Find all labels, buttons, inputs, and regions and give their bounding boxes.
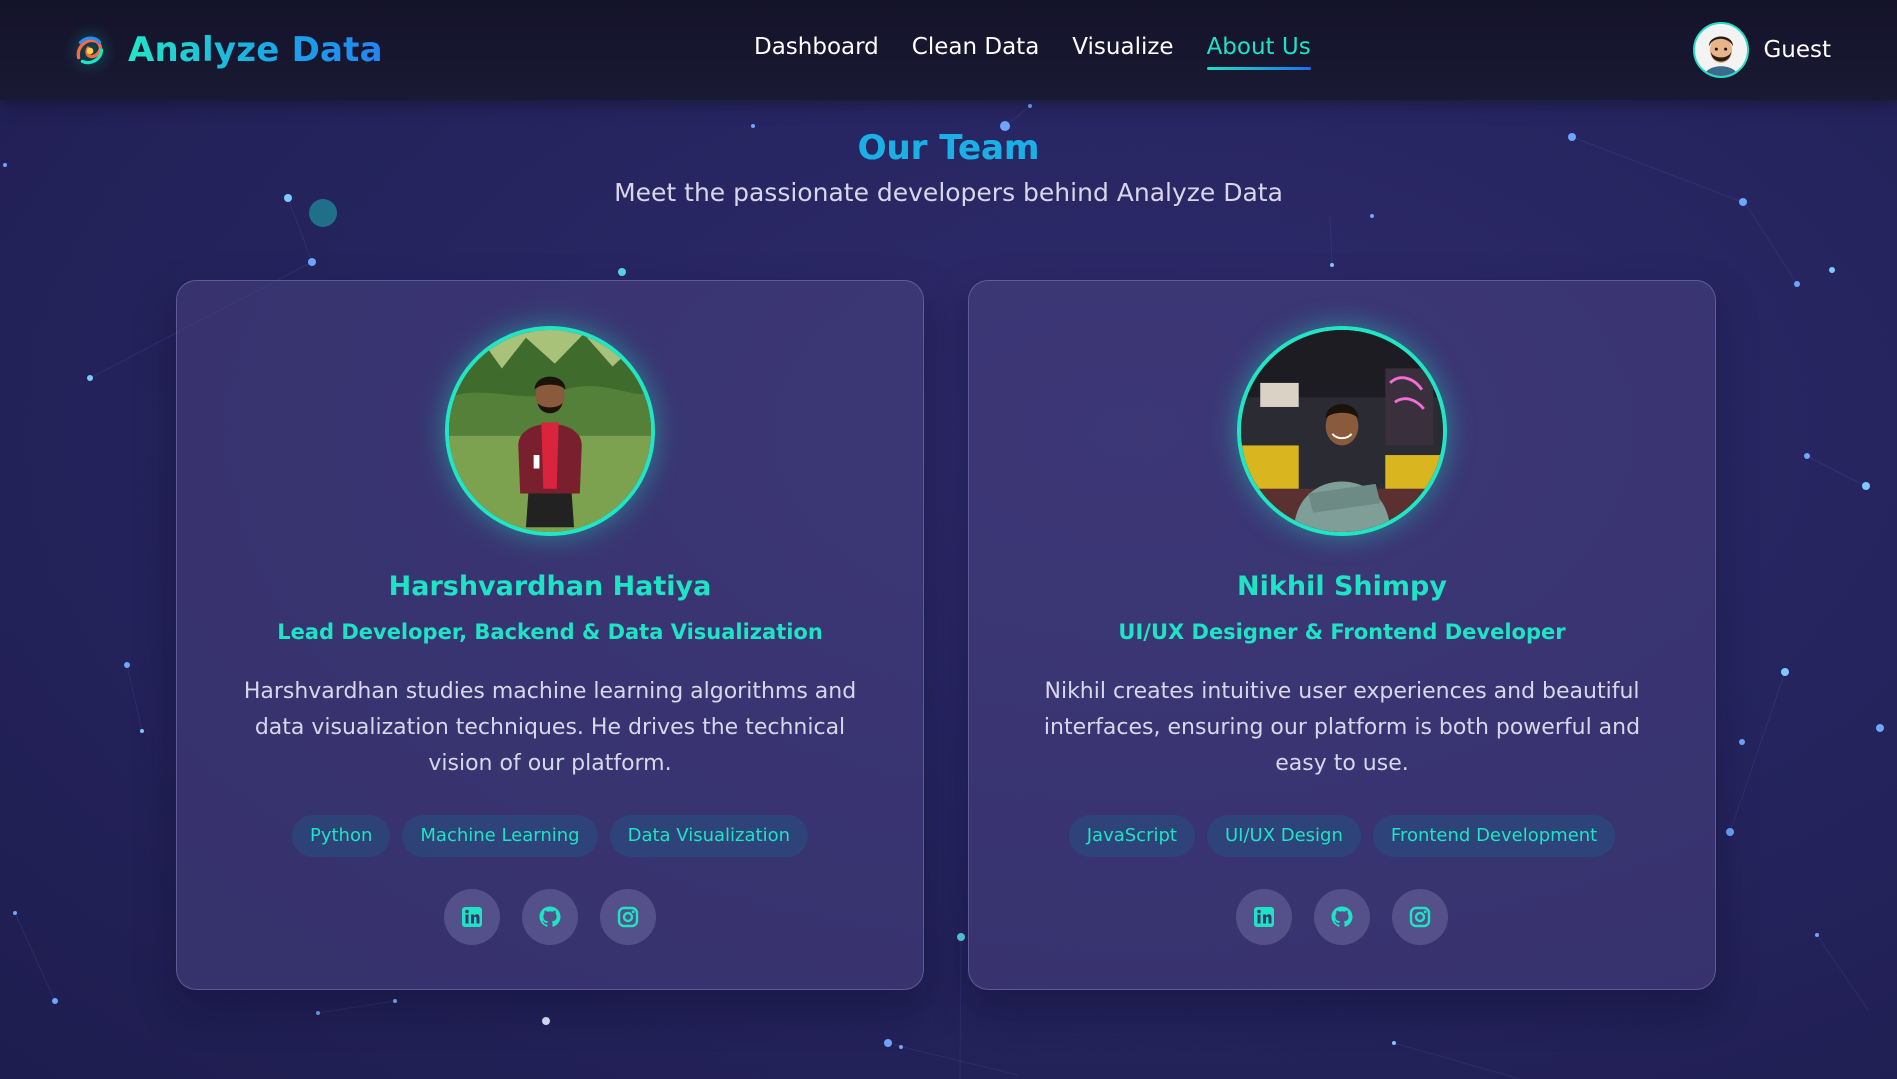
member-photo [1237,326,1447,536]
nav-link-visualize[interactable]: Visualize [1072,34,1173,70]
linkedin-icon[interactable] [444,889,500,945]
member-role: Lead Developer, Backend & Data Visualiza… [277,620,823,644]
skill-tag: Frontend Development [1372,815,1616,857]
instagram-icon[interactable] [600,889,656,945]
brand-logo-link[interactable]: Analyze Data [70,26,383,74]
page-subtitle: Meet the passionate developers behind An… [614,178,1283,207]
instagram-icon[interactable] [1392,889,1448,945]
skill-tags: JavaScript UI/UX Design Frontend Develop… [969,815,1715,857]
user-avatar[interactable] [1693,22,1750,78]
analytics-logo-icon [70,30,110,70]
member-photo [445,326,655,536]
nav-link-about-us[interactable]: About Us [1207,34,1311,70]
skill-tag: Python [291,815,391,857]
user-name: Guest [1763,37,1831,63]
page-title: Our Team [0,128,1897,168]
member-name: Nikhil Shimpy [1237,571,1447,602]
member-bio: Nikhil creates intuitive user experience… [1043,679,1641,776]
github-icon[interactable] [1314,889,1370,945]
skill-tags: Python Machine Learning Data Visualizati… [177,815,923,857]
social-links [969,889,1715,945]
top-navbar: Analyze Data Dashboard Clean Data Visual… [0,0,1897,100]
team-card: Harshvardhan Hatiya Lead Developer, Back… [176,280,924,990]
skill-tag: JavaScript [1068,815,1195,857]
github-icon[interactable] [522,889,578,945]
nav-link-dashboard[interactable]: Dashboard [754,34,879,70]
skill-tag: Machine Learning [402,815,598,857]
brand-name: Analyze Data [128,30,383,70]
member-bio: Harshvardhan studies machine learning al… [243,679,857,776]
skill-tag: Data Visualization [609,815,809,857]
linkedin-icon[interactable] [1236,889,1292,945]
member-name: Harshvardhan Hatiya [388,571,712,602]
nav-links: Dashboard Clean Data Visualize About Us [754,34,1311,60]
skill-tag: UI/UX Design [1206,815,1361,857]
team-card: Nikhil Shimpy UI/UX Designer & Frontend … [968,280,1716,990]
member-role: UI/UX Designer & Frontend Developer [1118,620,1566,644]
social-links [177,889,923,945]
user-menu[interactable]: Guest [1693,22,1831,78]
nav-link-clean-data[interactable]: Clean Data [912,34,1040,70]
